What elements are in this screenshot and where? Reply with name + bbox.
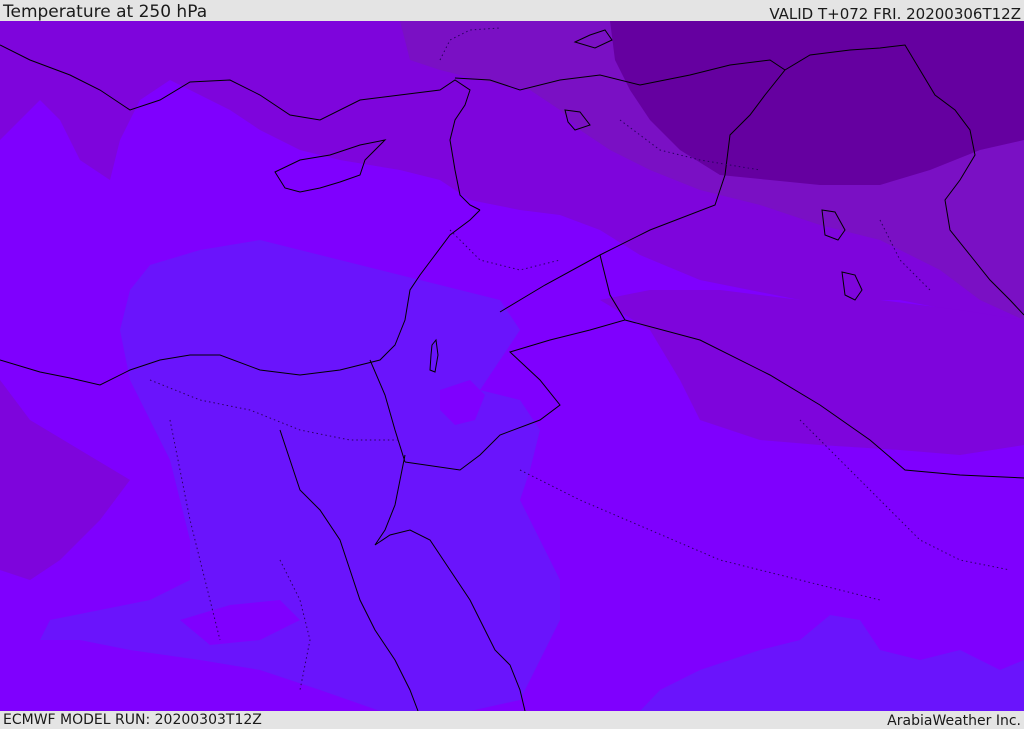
header-bar: Temperature at 250 hPa VALID T+072 FRI. … [0, 0, 1024, 23]
credit-label: ArabiaWeather Inc. [887, 713, 1021, 729]
weather-map[interactable] [0, 21, 1024, 711]
footer-bar: ECMWF MODEL RUN: 20200303T12Z ArabiaWeat… [0, 711, 1024, 729]
model-run-label: ECMWF MODEL RUN: 20200303T12Z [3, 712, 262, 728]
map-title: Temperature at 250 hPa [3, 2, 208, 22]
